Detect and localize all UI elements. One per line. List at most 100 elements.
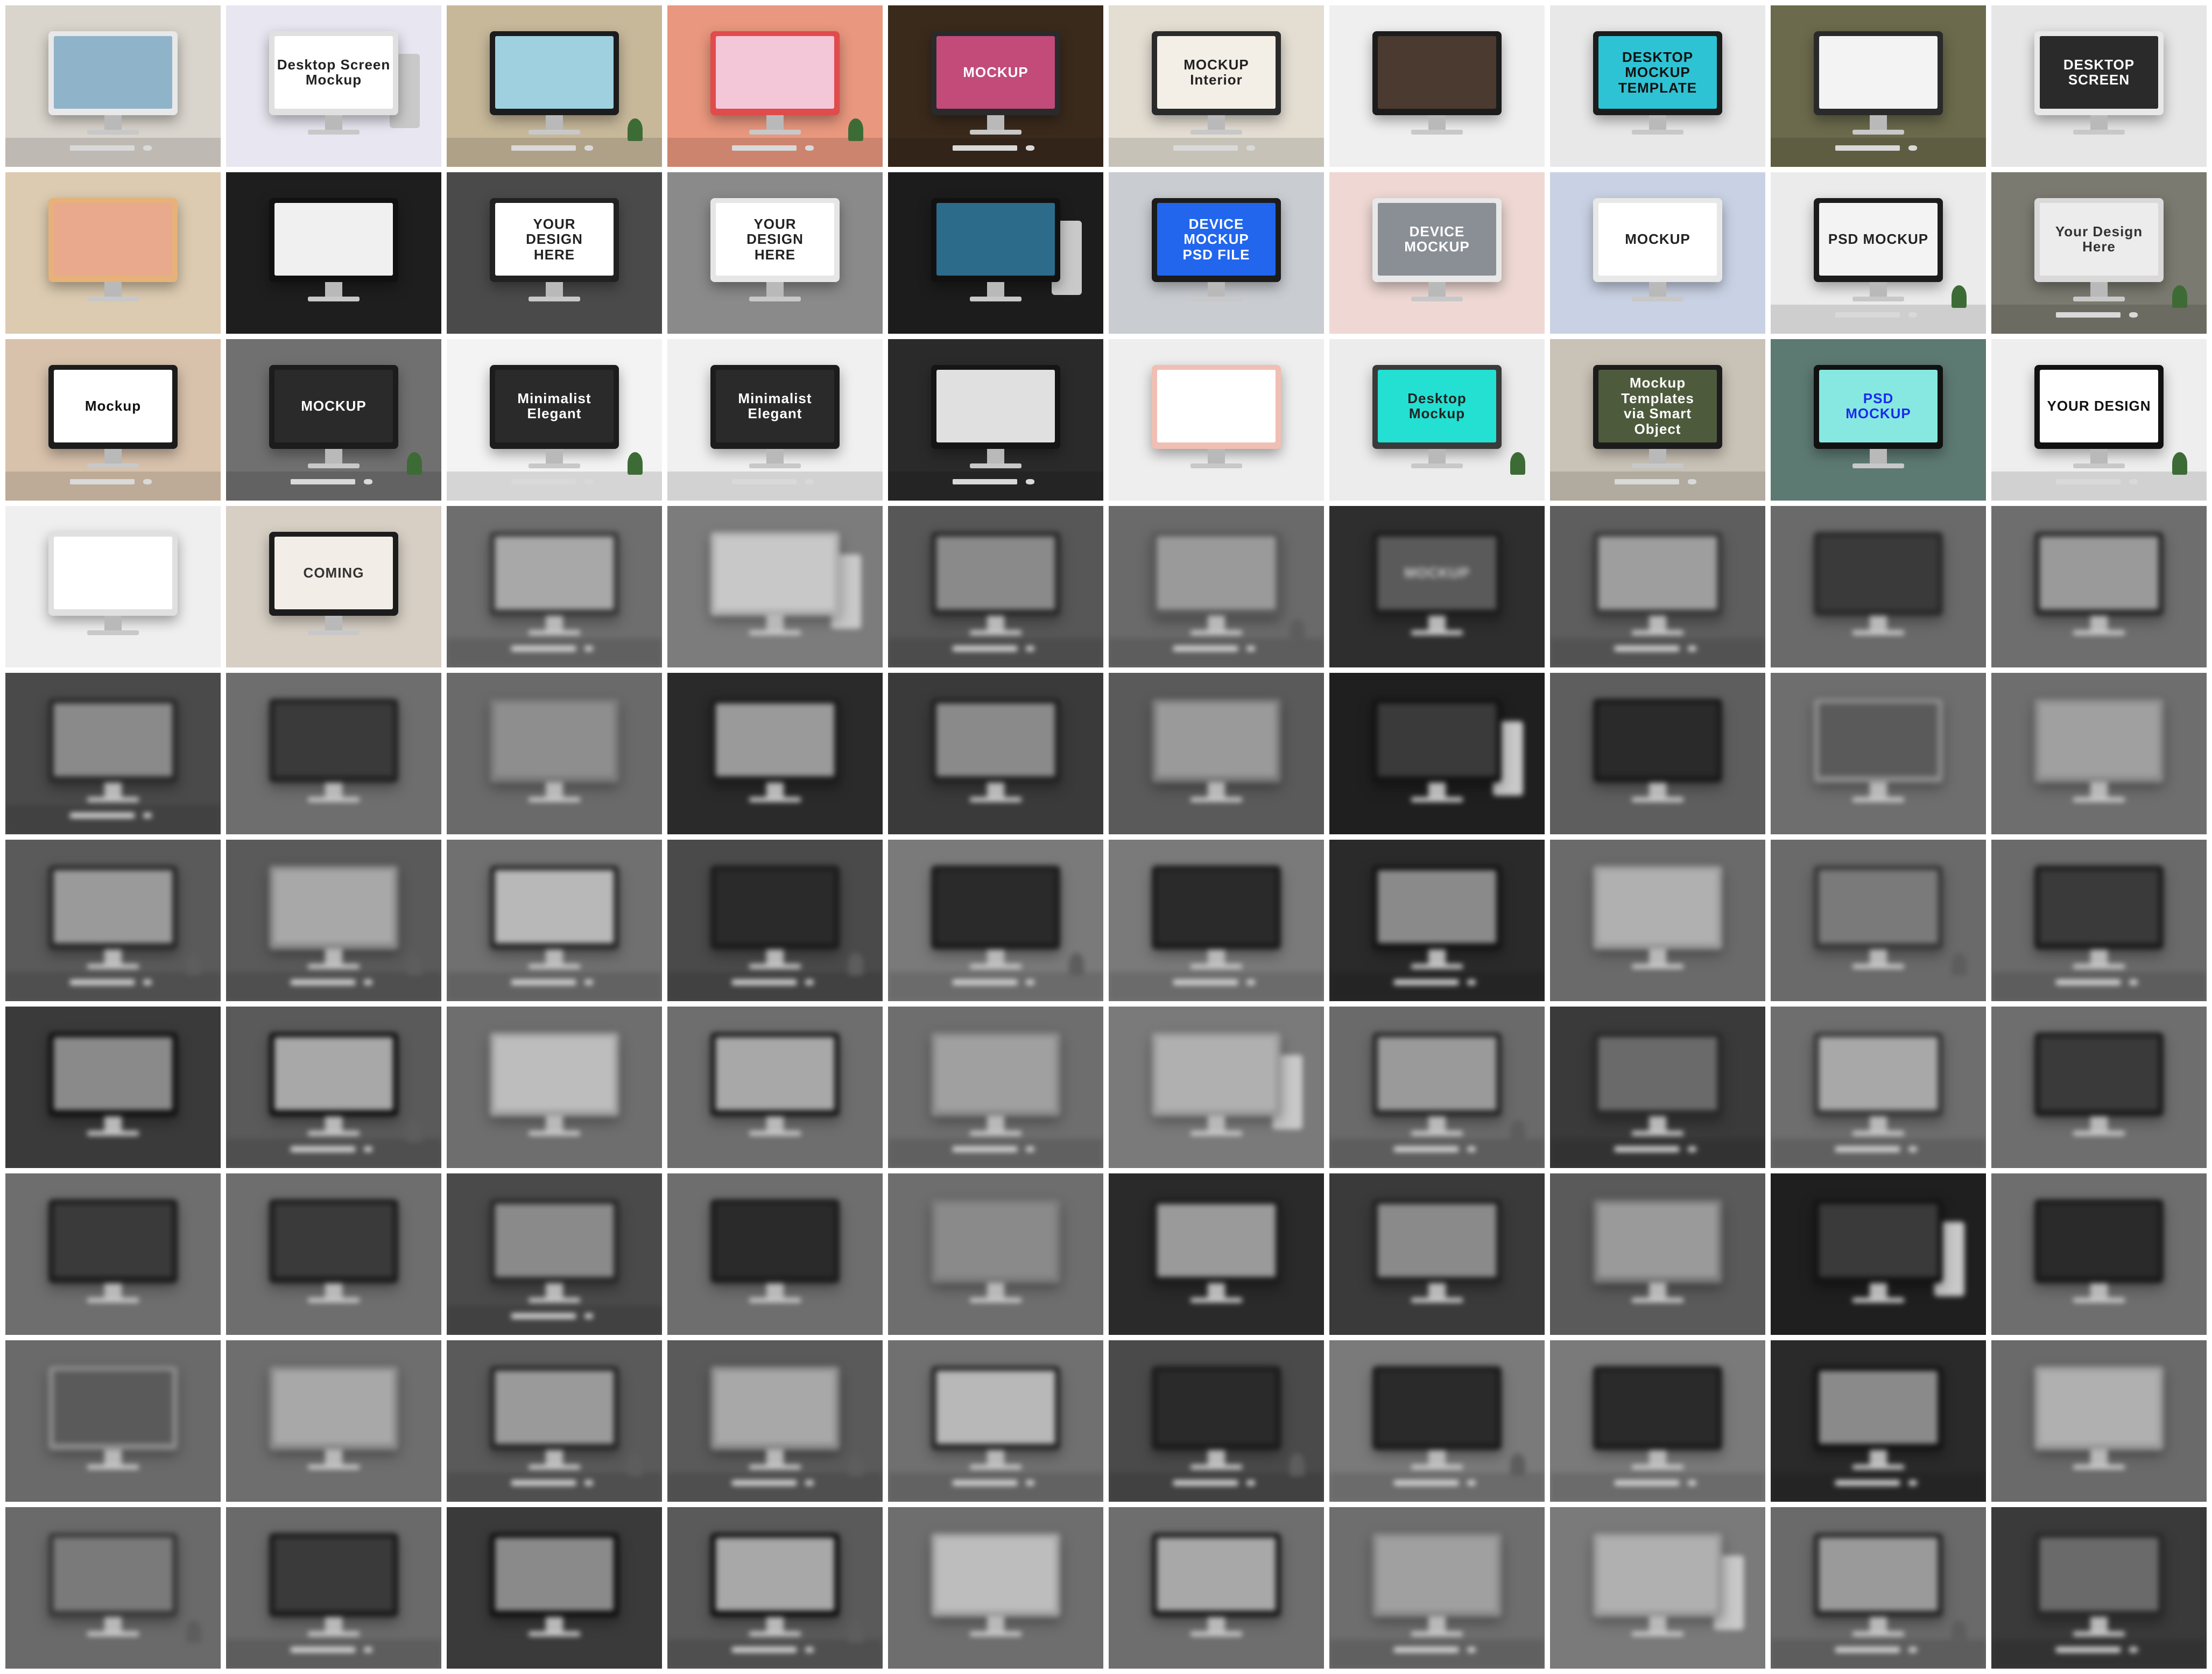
thumbnail-tile-38[interactable] (1550, 506, 1765, 667)
thumbnail-tile-43[interactable] (447, 673, 662, 834)
thumbnail-tile-99[interactable] (1771, 1507, 1986, 1669)
thumbnail-tile-21[interactable]: Mockup (5, 339, 221, 501)
thumbnail-tile-4[interactable] (667, 5, 883, 167)
thumbnail-tile-3[interactable] (447, 5, 662, 167)
thumbnail-tile-77[interactable] (1329, 1173, 1545, 1335)
thumbnail-tile-25[interactable] (888, 339, 1103, 501)
thumbnail-tile-83[interactable] (447, 1340, 662, 1502)
thumbnail-tile-8[interactable]: DESKTOP MOCKUP TEMPLATE (1550, 5, 1765, 167)
thumbnail-tile-98[interactable] (1550, 1507, 1765, 1669)
thumbnail-tile-28[interactable]: Mockup Templates via Smart Object (1550, 339, 1765, 501)
thumbnail-tile-47[interactable] (1329, 673, 1545, 834)
thumbnail-tile-55[interactable] (888, 840, 1103, 1001)
thumbnail-tile-40[interactable] (1991, 506, 2207, 667)
thumbnail-tile-70[interactable] (1991, 1007, 2207, 1168)
thumbnail-tile-62[interactable] (226, 1007, 441, 1168)
thumbnail-tile-60[interactable] (1991, 840, 2207, 1001)
thumbnail-tile-46[interactable] (1109, 673, 1324, 834)
thumbnail-tile-51[interactable] (5, 840, 221, 1001)
thumbnail-tile-7[interactable] (1329, 5, 1545, 167)
thumbnail-tile-17[interactable]: DEVICE MOCKUP (1329, 172, 1545, 334)
thumbnail-tile-90[interactable] (1991, 1340, 2207, 1502)
thumbnail-tile-6[interactable]: MOCKUP Interior (1109, 5, 1324, 167)
thumbnail-tile-65[interactable] (888, 1007, 1103, 1168)
thumbnail-tile-5[interactable]: MOCKUP (888, 5, 1103, 167)
thumbnail-tile-11[interactable] (5, 172, 221, 334)
thumbnail-tile-61[interactable] (5, 1007, 221, 1168)
thumbnail-tile-22[interactable]: MOCKUP (226, 339, 441, 501)
thumbnail-tile-69[interactable] (1771, 1007, 1986, 1168)
thumbnail-tile-2[interactable]: Desktop Screen Mockup (226, 5, 441, 167)
thumbnail-tile-45[interactable] (888, 673, 1103, 834)
thumbnail-tile-86[interactable] (1109, 1340, 1324, 1502)
thumbnail-tile-23[interactable]: Minimalist Elegant (447, 339, 662, 501)
thumbnail-tile-24[interactable]: Minimalist Elegant (667, 339, 883, 501)
thumbnail-tile-59[interactable] (1771, 840, 1986, 1001)
thumbnail-tile-84[interactable] (667, 1340, 883, 1502)
thumbnail-tile-49[interactable] (1771, 673, 1986, 834)
thumbnail-tile-15[interactable] (888, 172, 1103, 334)
thumbnail-tile-33[interactable] (447, 506, 662, 667)
thumbnail-tile-95[interactable] (888, 1507, 1103, 1669)
thumbnail-tile-63[interactable] (447, 1007, 662, 1168)
thumbnail-tile-42[interactable] (226, 673, 441, 834)
thumbnail-tile-18[interactable]: MOCKUP (1550, 172, 1765, 334)
thumbnail-tile-92[interactable] (226, 1507, 441, 1669)
thumbnail-tile-75[interactable] (888, 1173, 1103, 1335)
thumbnail-tile-85[interactable] (888, 1340, 1103, 1502)
thumbnail-tile-96[interactable] (1109, 1507, 1324, 1669)
thumbnail-tile-66[interactable] (1109, 1007, 1324, 1168)
thumbnail-tile-35[interactable] (888, 506, 1103, 667)
thumbnail-tile-94[interactable] (667, 1507, 883, 1669)
thumbnail-tile-16[interactable]: DEVICE MOCKUP PSD FILE (1109, 172, 1324, 334)
thumbnail-tile-26[interactable] (1109, 339, 1324, 501)
thumbnail-tile-37[interactable]: MOCKUP (1329, 506, 1545, 667)
thumbnail-tile-10[interactable]: DESKTOP SCREEN (1991, 5, 2207, 167)
thumbnail-tile-54[interactable] (667, 840, 883, 1001)
thumbnail-tile-97[interactable] (1329, 1507, 1545, 1669)
thumbnail-tile-30[interactable]: YOUR DESIGN (1991, 339, 2207, 501)
thumbnail-tile-80[interactable] (1991, 1173, 2207, 1335)
thumbnail-tile-58[interactable] (1550, 840, 1765, 1001)
thumbnail-tile-57[interactable] (1329, 840, 1545, 1001)
thumbnail-tile-67[interactable] (1329, 1007, 1545, 1168)
thumbnail-tile-78[interactable] (1550, 1173, 1765, 1335)
thumbnail-tile-56[interactable] (1109, 840, 1324, 1001)
thumbnail-tile-39[interactable] (1771, 506, 1986, 667)
thumbnail-tile-48[interactable] (1550, 673, 1765, 834)
thumbnail-tile-82[interactable] (226, 1340, 441, 1502)
thumbnail-tile-79[interactable] (1771, 1173, 1986, 1335)
thumbnail-tile-1[interactable] (5, 5, 221, 167)
thumbnail-tile-9[interactable] (1771, 5, 1986, 167)
thumbnail-tile-72[interactable] (226, 1173, 441, 1335)
thumbnail-tile-36[interactable] (1109, 506, 1324, 667)
thumbnail-tile-44[interactable] (667, 673, 883, 834)
thumbnail-tile-87[interactable] (1329, 1340, 1545, 1502)
thumbnail-tile-12[interactable] (226, 172, 441, 334)
thumbnail-tile-71[interactable] (5, 1173, 221, 1335)
thumbnail-tile-89[interactable] (1771, 1340, 1986, 1502)
thumbnail-tile-81[interactable] (5, 1340, 221, 1502)
thumbnail-tile-52[interactable] (226, 840, 441, 1001)
thumbnail-tile-32[interactable]: COMING (226, 506, 441, 667)
thumbnail-tile-68[interactable] (1550, 1007, 1765, 1168)
thumbnail-tile-27[interactable]: Desktop Mockup (1329, 339, 1545, 501)
thumbnail-tile-100[interactable] (1991, 1507, 2207, 1669)
thumbnail-tile-50[interactable] (1991, 673, 2207, 834)
thumbnail-tile-31[interactable] (5, 506, 221, 667)
thumbnail-tile-29[interactable]: PSD MOCKUP (1771, 339, 1986, 501)
thumbnail-tile-53[interactable] (447, 840, 662, 1001)
thumbnail-tile-91[interactable] (5, 1507, 221, 1669)
thumbnail-tile-14[interactable]: YOUR DESIGN HERE (667, 172, 883, 334)
thumbnail-tile-19[interactable]: PSD MOCKUP (1771, 172, 1986, 334)
thumbnail-tile-93[interactable] (447, 1507, 662, 1669)
thumbnail-tile-64[interactable] (667, 1007, 883, 1168)
thumbnail-tile-76[interactable] (1109, 1173, 1324, 1335)
thumbnail-tile-73[interactable] (447, 1173, 662, 1335)
thumbnail-tile-13[interactable]: YOUR DESIGN HERE (447, 172, 662, 334)
thumbnail-tile-88[interactable] (1550, 1340, 1765, 1502)
thumbnail-tile-41[interactable] (5, 673, 221, 834)
thumbnail-tile-74[interactable] (667, 1173, 883, 1335)
thumbnail-tile-20[interactable]: Your Design Here (1991, 172, 2207, 334)
thumbnail-tile-34[interactable] (667, 506, 883, 667)
